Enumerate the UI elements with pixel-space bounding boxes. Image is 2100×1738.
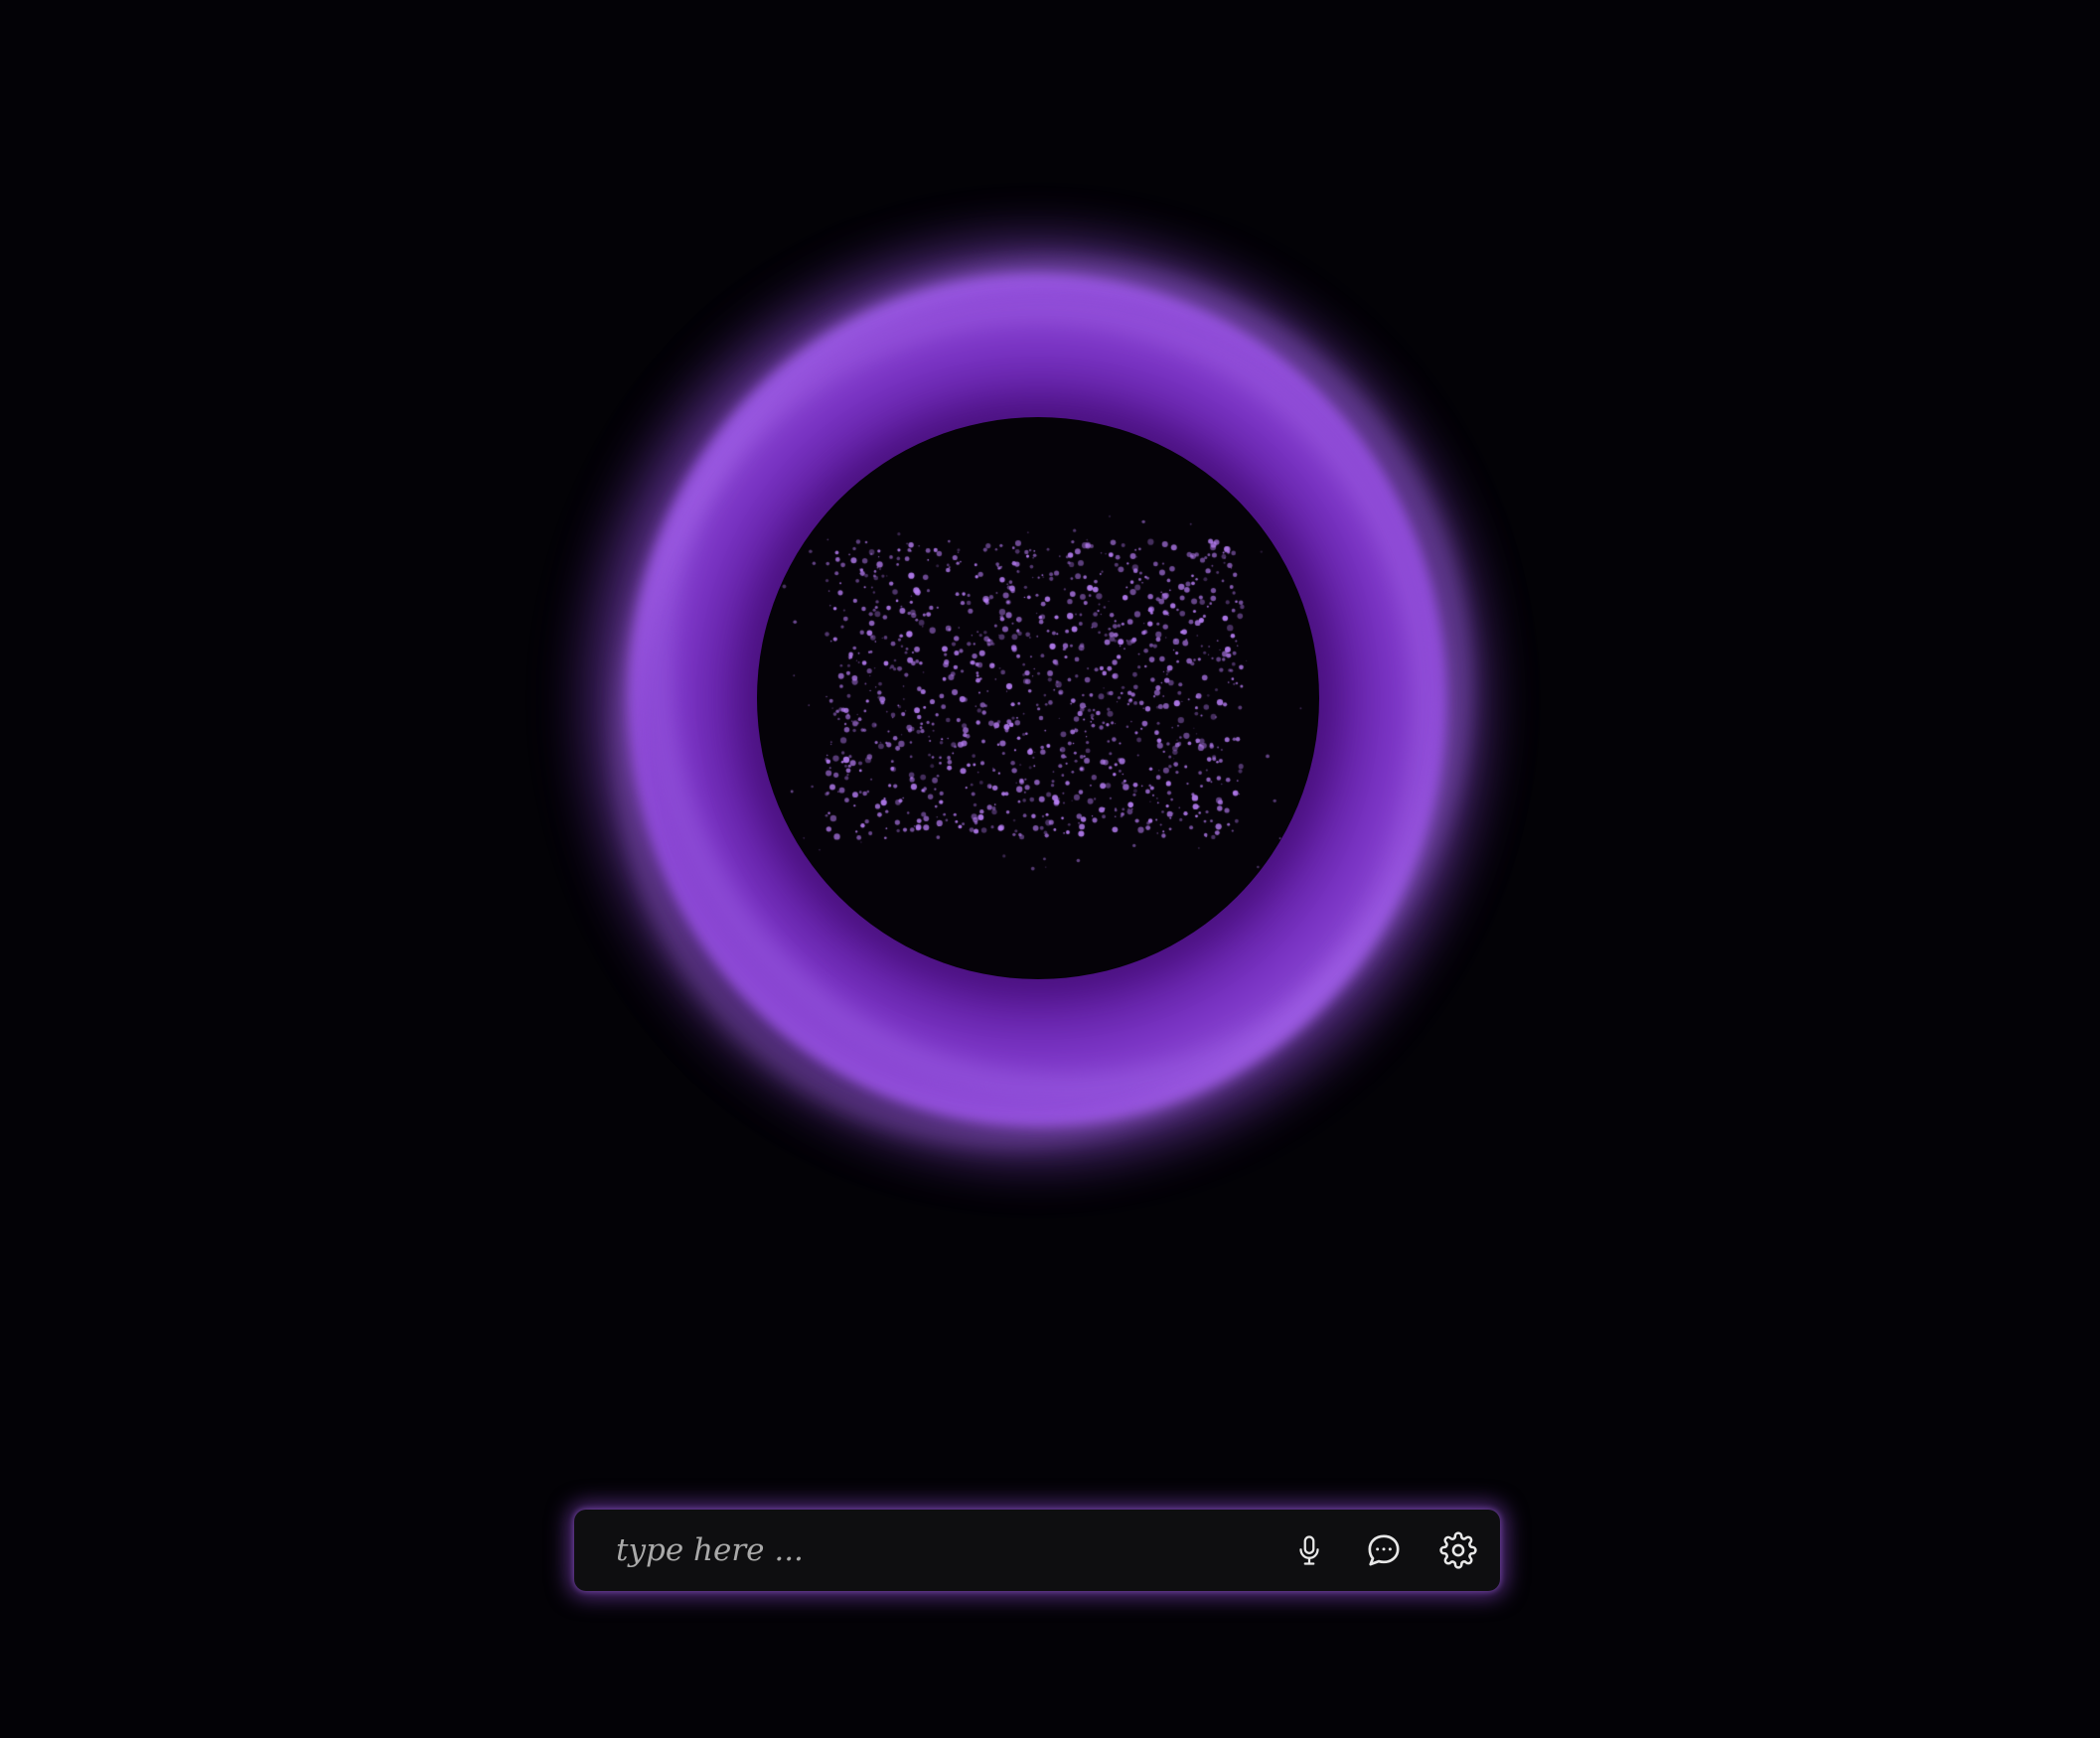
- assistant-orb: [477, 149, 1583, 1281]
- chat-input-bar: [574, 1510, 1500, 1591]
- gear-icon: [1439, 1531, 1477, 1569]
- microphone-button[interactable]: [1279, 1521, 1339, 1580]
- app-canvas: [0, 0, 2100, 1738]
- microphone-icon: [1299, 1535, 1319, 1565]
- orb-core: [757, 417, 1319, 979]
- chat-text-input[interactable]: [574, 1510, 1279, 1591]
- chat-button[interactable]: [1354, 1521, 1414, 1580]
- chat-bubble-icon: [1368, 1534, 1400, 1566]
- particle-field: [757, 417, 1319, 979]
- settings-button[interactable]: [1428, 1521, 1488, 1580]
